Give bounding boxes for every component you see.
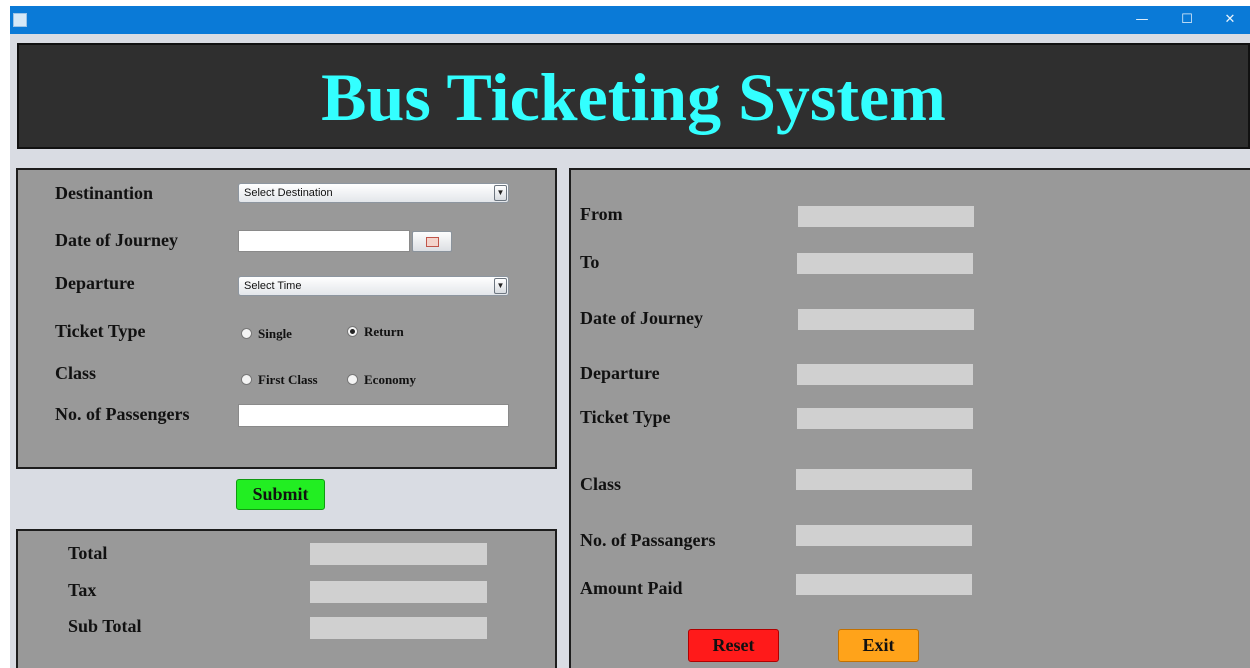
summary-class-label: Class bbox=[580, 474, 622, 494]
radio-off-icon bbox=[241, 328, 252, 339]
ticket-return-radio[interactable]: Return bbox=[347, 324, 404, 340]
tax-label: Tax bbox=[68, 580, 97, 600]
summary-passengers-label: No. of Passangers bbox=[580, 530, 716, 550]
summary-to-field bbox=[797, 253, 973, 274]
destination-select[interactable]: Select Destination ▼ bbox=[238, 183, 509, 203]
summary-passengers-field bbox=[796, 525, 972, 546]
total-field bbox=[310, 543, 487, 565]
radio-off-icon bbox=[241, 374, 252, 385]
class-economy-label: Economy bbox=[364, 372, 416, 387]
subtotal-label: Sub Total bbox=[68, 616, 142, 636]
window-title-bar[interactable]: — ☐ ✕ bbox=[10, 6, 1250, 34]
class-first-label: First Class bbox=[258, 372, 318, 387]
departure-select[interactable]: Select Time ▼ bbox=[238, 276, 509, 296]
summary-amount-label: Amount Paid bbox=[580, 578, 683, 598]
destination-label: Destinantion bbox=[55, 183, 154, 203]
calendar-icon bbox=[426, 237, 439, 247]
summary-departure-field bbox=[797, 364, 973, 385]
summary-class-field bbox=[796, 469, 972, 490]
summary-from-label: From bbox=[580, 204, 623, 224]
summary-date-label: Date of Journey bbox=[580, 308, 703, 328]
summary-date-field bbox=[798, 309, 974, 330]
radio-on-icon bbox=[347, 326, 358, 337]
exit-button[interactable]: Exit bbox=[838, 629, 919, 662]
tax-field bbox=[310, 581, 487, 603]
ticket-return-label: Return bbox=[364, 324, 404, 339]
subtotal-field bbox=[310, 617, 487, 639]
summary-ticket-type-label: Ticket Type bbox=[580, 407, 671, 427]
departure-select-value: Select Time bbox=[244, 280, 302, 292]
minimize-button[interactable]: — bbox=[1124, 6, 1160, 34]
reset-button[interactable]: Reset bbox=[688, 629, 779, 662]
date-of-journey-input[interactable] bbox=[238, 230, 410, 252]
summary-from-field bbox=[798, 206, 974, 227]
date-of-journey-label: Date of Journey bbox=[55, 230, 178, 250]
chevron-down-icon[interactable]: ▼ bbox=[494, 278, 507, 294]
summary-departure-label: Departure bbox=[580, 363, 660, 383]
java-cup-icon bbox=[13, 13, 27, 27]
class-economy-radio[interactable]: Economy bbox=[347, 372, 416, 388]
chevron-down-icon[interactable]: ▼ bbox=[494, 185, 507, 201]
date-picker-button[interactable] bbox=[412, 231, 452, 252]
radio-off-icon bbox=[347, 374, 358, 385]
ticket-type-label: Ticket Type bbox=[55, 321, 146, 341]
title-banner: Bus Ticketing System bbox=[17, 43, 1250, 149]
passengers-label: No. of Passengers bbox=[55, 404, 190, 424]
submit-button[interactable]: Submit bbox=[236, 479, 325, 510]
departure-label: Departure bbox=[55, 273, 135, 293]
passengers-input[interactable] bbox=[238, 404, 509, 427]
ticket-single-radio[interactable]: Single bbox=[241, 326, 292, 342]
ticket-single-label: Single bbox=[258, 326, 292, 341]
destination-select-value: Select Destination bbox=[244, 187, 333, 199]
class-label: Class bbox=[55, 363, 97, 383]
summary-amount-field bbox=[796, 574, 972, 595]
close-button[interactable]: ✕ bbox=[1212, 6, 1248, 34]
total-label: Total bbox=[68, 543, 108, 563]
summary-to-label: To bbox=[580, 252, 600, 272]
maximize-button[interactable]: ☐ bbox=[1169, 6, 1205, 34]
class-first-radio[interactable]: First Class bbox=[241, 372, 318, 388]
summary-ticket-type-field bbox=[797, 408, 973, 429]
app-title: Bus Ticketing System bbox=[321, 59, 946, 135]
